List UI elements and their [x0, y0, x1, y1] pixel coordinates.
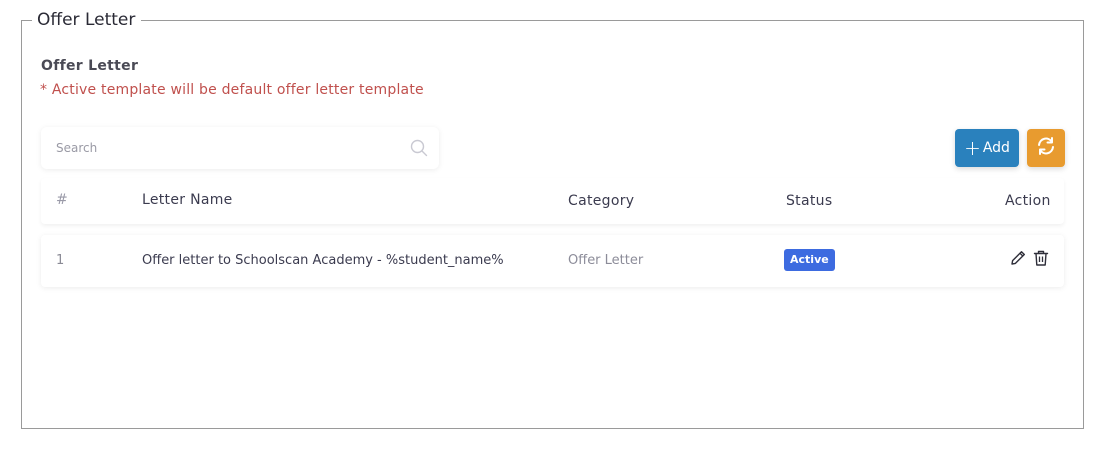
- column-header-number: #: [56, 192, 69, 208]
- letter-name-cell: Offer letter to Schoolscan Academy - %st…: [142, 253, 504, 268]
- search-box: [41, 127, 439, 169]
- search-input[interactable]: [41, 127, 391, 169]
- refresh-button[interactable]: [1027, 129, 1065, 167]
- edit-icon[interactable]: [1009, 249, 1027, 267]
- plus-icon: +: [964, 136, 981, 160]
- table-row: 1 Offer letter to Schoolscan Academy - %…: [41, 235, 1064, 287]
- column-header-status[interactable]: Status: [786, 193, 832, 209]
- active-template-note: * Active template will be default offer …: [40, 82, 424, 98]
- add-button-label: Add: [982, 140, 1010, 156]
- refresh-icon: [1035, 135, 1057, 161]
- add-button[interactable]: + Add: [955, 129, 1019, 167]
- column-header-category[interactable]: Category: [568, 193, 634, 209]
- category-cell: Offer Letter: [568, 253, 644, 268]
- fieldset-legend: Offer Letter: [32, 8, 142, 32]
- column-header-action: Action: [1005, 193, 1051, 209]
- section-title: Offer Letter: [41, 58, 139, 74]
- row-number: 1: [56, 253, 65, 268]
- search-icon[interactable]: [410, 139, 428, 157]
- delete-icon[interactable]: [1032, 249, 1050, 267]
- status-badge: Active: [784, 249, 835, 271]
- table-header: # Letter Name Category Status Action: [41, 178, 1064, 224]
- column-header-letter-name[interactable]: Letter Name: [142, 192, 233, 208]
